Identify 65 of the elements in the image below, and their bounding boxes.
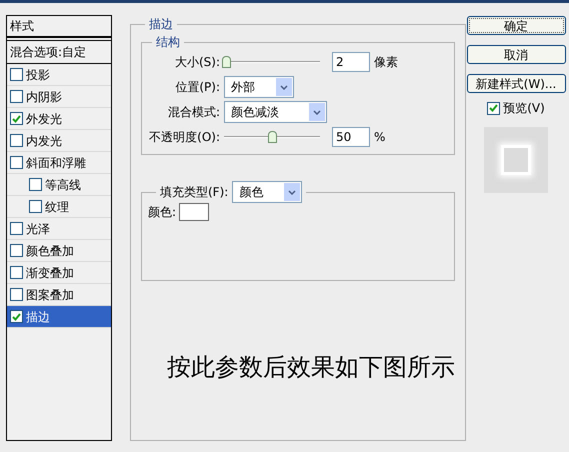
style-list-item[interactable]: 斜面和浮雕: [7, 152, 111, 174]
checkbox[interactable]: [10, 310, 23, 323]
opacity-label: 不透明度(O):: [148, 129, 220, 146]
opacity-field[interactable]: 50: [332, 127, 370, 147]
style-label: 纹理: [45, 198, 69, 216]
checkbox[interactable]: [10, 112, 23, 125]
style-label: 斜面和浮雕: [26, 154, 86, 172]
style-label: 渐变叠加: [26, 264, 74, 282]
dialog-button[interactable]: 取消: [466, 45, 566, 64]
preview-label: 预览(V): [503, 100, 545, 117]
checkbox[interactable]: [10, 288, 23, 301]
style-label: 等高线: [45, 176, 81, 194]
style-label: 外发光: [26, 110, 62, 128]
unit-label: %: [374, 129, 386, 146]
style-list-item[interactable]: 内发光: [7, 130, 111, 152]
style-label: 图案叠加: [26, 286, 74, 304]
checkbox[interactable]: [10, 68, 23, 81]
style-list-item[interactable]: 等高线: [7, 174, 111, 196]
dropdown[interactable]: 外部: [224, 76, 294, 98]
checkmark-icon: [12, 312, 21, 320]
style-label: 颜色叠加: [26, 242, 74, 260]
checkbox[interactable]: [10, 156, 23, 169]
style-list-item[interactable]: 描边: [7, 306, 111, 328]
checkbox[interactable]: [29, 200, 42, 213]
color-swatch[interactable]: [179, 203, 210, 221]
style-label: 描边: [26, 308, 50, 326]
dropdown[interactable]: 颜色减淡: [224, 101, 327, 123]
style-list-item[interactable]: 内阴影: [7, 86, 111, 108]
checkbox[interactable]: [10, 134, 23, 147]
style-label: 投影: [26, 66, 50, 84]
caption: 按此参数后效果如下图所示: [167, 352, 455, 383]
checkbox[interactable]: [10, 266, 23, 279]
size-field[interactable]: 2: [332, 52, 370, 72]
checkbox[interactable]: [487, 102, 500, 114]
style-list-item[interactable]: 光泽: [7, 218, 111, 240]
group-title: 结构: [155, 34, 181, 51]
size-label: 大小(S):: [174, 54, 220, 71]
slider-thumb[interactable]: [268, 131, 277, 143]
style-list-item[interactable]: 渐变叠加: [7, 262, 111, 284]
style-label: 光泽: [26, 220, 50, 238]
checkbox[interactable]: [10, 90, 23, 103]
checkmark-icon: [12, 114, 21, 122]
checkbox[interactable]: [10, 244, 23, 257]
color-label: 颜色:: [148, 204, 176, 221]
dialog-button[interactable]: 确定: [466, 16, 566, 35]
checkmark-icon: [489, 104, 498, 112]
panel-header: 样式: [7, 16, 111, 38]
position-label: 位置(P):: [174, 79, 220, 96]
unit-label: 像素: [374, 54, 398, 71]
style-list-item[interactable]: 外发光: [7, 108, 111, 130]
blend-options-item[interactable]: 混合选项:自定: [7, 40, 111, 64]
checkbox[interactable]: [10, 222, 23, 235]
slider-thumb[interactable]: [222, 56, 231, 68]
dropdown[interactable]: 颜色: [232, 181, 302, 203]
style-list-item[interactable]: 投影: [7, 64, 111, 86]
style-list-item[interactable]: 颜色叠加: [7, 240, 111, 262]
dialog-button[interactable]: 新建样式(W)...: [466, 74, 566, 93]
style-label: 内阴影: [26, 88, 62, 106]
checkbox[interactable]: [29, 178, 42, 191]
preview-thumbnail: [484, 127, 548, 193]
style-label: 内发光: [26, 132, 62, 150]
fill-type-label: 填充类型(F):: [160, 184, 228, 201]
blend-mode-label: 混合模式:: [166, 104, 220, 121]
group-title: 描边: [148, 16, 174, 33]
style-list-item[interactable]: 纹理: [7, 196, 111, 218]
